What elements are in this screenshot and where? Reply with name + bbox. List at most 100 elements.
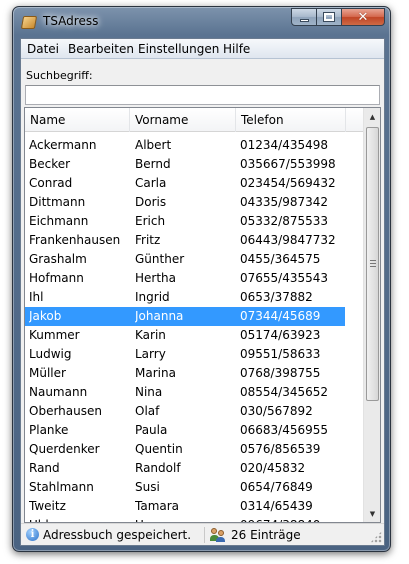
table-row[interactable]: Querdenker Quentin 0576/856539	[25, 440, 345, 459]
cell-vorname: Nina	[135, 385, 163, 399]
cell-name: Ludwig	[29, 347, 72, 361]
cell-name: Ackermann	[29, 138, 97, 152]
cell-vorname: Albert	[135, 138, 172, 152]
cell-name: Conrad	[29, 176, 73, 190]
client-area: Datei Bearbeiten Einstellungen Hilfe Suc…	[20, 38, 385, 546]
search-label: Suchbegriff:	[26, 69, 93, 82]
cell-telefon: 0654/76849	[240, 480, 313, 494]
cell-vorname: Günther	[135, 252, 185, 266]
table-row[interactable]: Rand Randolf 020/45832	[25, 459, 345, 478]
cell-vorname: Erich	[135, 214, 166, 228]
cell-vorname: Olaf	[135, 404, 160, 418]
minimize-button[interactable]	[291, 8, 317, 26]
column-header-vorname[interactable]: Vorname	[130, 108, 236, 132]
info-icon: i	[26, 528, 39, 541]
app-window: TSAdress ✕ Datei Bearbeiten Einstellunge…	[12, 6, 391, 552]
cell-name: Stahlmann	[29, 480, 94, 494]
scrollbar-grip-icon	[370, 260, 376, 267]
status-separator	[204, 527, 205, 543]
cell-vorname: Carla	[135, 176, 167, 190]
cell-name: Jakob	[29, 309, 62, 323]
cell-telefon: 035667/553998	[240, 157, 336, 171]
table-row[interactable]: Stahlmann Susi 0654/76849	[25, 478, 345, 497]
status-bar: i Adressbuch gespeichert. 26 Einträge	[21, 523, 384, 545]
scrollbar-thumb[interactable]	[366, 127, 379, 401]
table-row-selected[interactable]: Jakob Johanna 07344/45689	[25, 307, 345, 326]
menu-bar: Datei Bearbeiten Einstellungen Hilfe	[21, 39, 384, 59]
table-row[interactable]: Ackermann Albert 01234/435498	[25, 136, 345, 155]
cell-telefon: 0576/856539	[240, 442, 321, 456]
search-input[interactable]	[25, 85, 380, 105]
table-row[interactable]: Ihl Ingrid 0653/37882	[25, 288, 345, 307]
column-header-name[interactable]: Name	[25, 108, 130, 132]
address-list[interactable]: Name Vorname Telefon Ackermann Albert 0123…	[24, 107, 381, 523]
table-row[interactable]: Ludwig Larry 09551/58633	[25, 345, 345, 364]
cell-vorname: Doris	[135, 195, 167, 209]
column-header-telefon[interactable]: Telefon	[236, 108, 346, 132]
table-row[interactable]: Dittmann Doris 04335/987342	[25, 193, 345, 212]
menu-einstellungen[interactable]: Einstellungen	[138, 42, 219, 56]
cell-name: Frankenhausen	[29, 233, 121, 247]
table-row[interactable]: Uhl...Ur...09674/38840	[25, 516, 345, 522]
cell-vorname: Fritz	[135, 233, 161, 247]
table-row[interactable]: Eichmann Erich 05332/875533	[25, 212, 345, 231]
maximize-icon	[323, 12, 335, 22]
cell-name: Oberhausen	[29, 404, 102, 418]
cell-vorname: Marina	[135, 366, 176, 380]
menu-datei[interactable]: Datei	[27, 42, 59, 56]
cell-telefon: 023454/569432	[240, 176, 336, 190]
caption-buttons: ✕	[291, 8, 385, 26]
table-row[interactable]: Grashalm Günther 0455/364575	[25, 250, 345, 269]
table-row[interactable]: Conrad Carla 023454/569432	[25, 174, 345, 193]
cell-telefon: 05332/875533	[240, 214, 329, 228]
cell-name: Planke	[29, 423, 69, 437]
resize-grip-icon[interactable]	[370, 531, 382, 543]
menu-bearbeiten[interactable]: Bearbeiten	[68, 42, 134, 56]
table-row[interactable]: Müller Marina 0768/398755	[25, 364, 345, 383]
table-row[interactable]: Becker Bernd 035667/553998	[25, 155, 345, 174]
cell-vorname: Paula	[135, 423, 168, 437]
cell-vorname: Quentin	[135, 442, 183, 456]
table-row[interactable]: Kummer Karin 05174/63923	[25, 326, 345, 345]
vertical-scrollbar[interactable]: ▲ ▼	[363, 108, 380, 522]
table-row[interactable]: Tweitz Tamara 0314/65439	[25, 497, 345, 516]
cell-telefon: 07655/435543	[240, 271, 329, 285]
cell-telefon: 0768/398755	[240, 366, 321, 380]
address-book-icon	[20, 16, 38, 29]
window-title: TSAdress	[43, 14, 99, 28]
cell-vorname: Johanna	[135, 309, 184, 323]
cell-vorname: Larry	[135, 347, 166, 361]
cell-vorname: Ur...	[135, 516, 239, 522]
scroll-up-arrow-icon[interactable]: ▲	[364, 108, 380, 125]
cell-vorname: Ingrid	[135, 290, 170, 304]
close-button[interactable]: ✕	[342, 8, 385, 26]
cell-name: Hofmann	[29, 271, 84, 285]
cell-telefon: 020/45832	[240, 461, 306, 475]
table-row[interactable]: Oberhausen Olaf 030/567892	[25, 402, 345, 421]
table-row[interactable]: Hofmann Hertha 07655/435543	[25, 269, 345, 288]
list-header: Name Vorname Telefon	[25, 108, 365, 132]
cell-telefon: 06443/9847732	[240, 233, 336, 247]
cell-vorname: Hertha	[135, 271, 177, 285]
cell-name: Müller	[29, 366, 66, 380]
cell-name: Dittmann	[29, 195, 86, 209]
cell-name: Tweitz	[29, 499, 66, 513]
cell-name: Uhl...	[29, 516, 133, 522]
scroll-down-arrow-icon[interactable]: ▼	[364, 505, 380, 522]
cell-vorname: Bernd	[135, 157, 171, 171]
cell-name: Querdenker	[29, 442, 100, 456]
title-bar[interactable]: TSAdress ✕	[13, 7, 390, 37]
cell-telefon: 09674/38840	[240, 516, 345, 522]
cell-telefon: 0455/364575	[240, 252, 321, 266]
table-row[interactable]: Frankenhausen Fritz 06443/9847732	[25, 231, 345, 250]
cell-telefon: 07344/45689	[240, 309, 321, 323]
menu-hilfe[interactable]: Hilfe	[223, 42, 250, 56]
table-row[interactable]: Naumann Nina 08554/345652	[25, 383, 345, 402]
maximize-button[interactable]	[317, 8, 342, 26]
cell-telefon: 0653/37882	[240, 290, 313, 304]
users-icon	[210, 527, 226, 542]
cell-telefon: 0314/65439	[240, 499, 313, 513]
table-row[interactable]: Planke Paula 06683/456955	[25, 421, 345, 440]
cell-name: Eichmann	[29, 214, 89, 228]
cell-telefon: 05174/63923	[240, 328, 321, 342]
